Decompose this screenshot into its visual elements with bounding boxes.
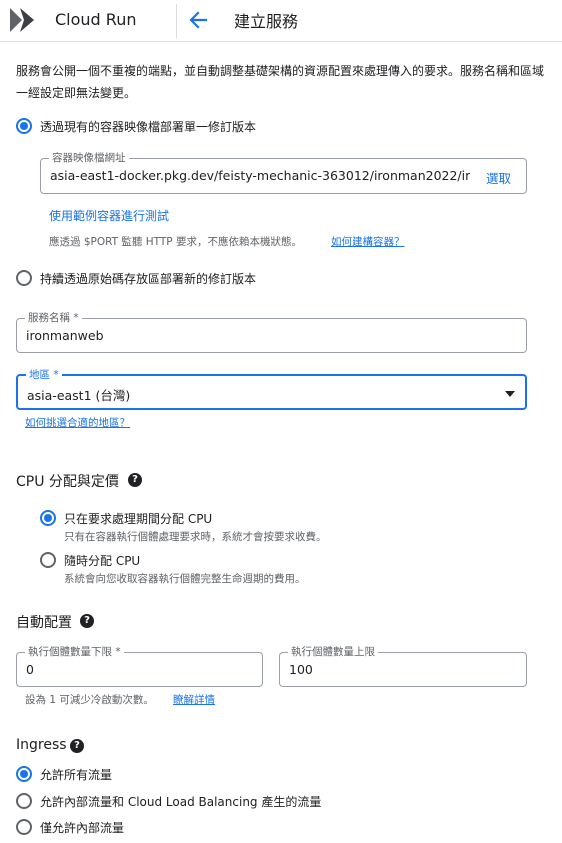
min-instances-label: 執行個體數量下限 * [25, 645, 124, 659]
autoscaling-help-icon[interactable]: ? [80, 614, 94, 628]
max-instances-field[interactable]: 執行個體數量上限 100 [279, 645, 527, 687]
cpu-request-only-hint: 只有在容器執行個體處理要求時，系統才會按要求收費。 [64, 531, 327, 543]
region-help-link[interactable]: 如何挑選合適的地區？ [25, 415, 130, 430]
ingress-internal-lb-radio[interactable] [16, 793, 32, 809]
cpu-always-radio[interactable] [40, 552, 56, 568]
service-name-field[interactable]: 服務名稱 * ironmanweb [16, 311, 527, 353]
region-label: 地區 * [26, 368, 62, 382]
min-instances-field[interactable]: 執行個體數量下限 * 0 [16, 645, 263, 687]
back-arrow-icon[interactable] [184, 6, 212, 34]
image-url-field[interactable]: 容器映像檔網址 asia-east1-docker.pkg.dev/feisty… [40, 151, 527, 194]
ingress-internal-lb-label[interactable]: 允許內部流量和 Cloud Load Balancing 產生的流量 [40, 793, 321, 810]
header-divider [176, 4, 177, 38]
image-url-label: 容器映像檔網址 [49, 151, 129, 165]
cpu-always-hint: 系統會向您收取容器執行個體完整生命週期的費用。 [64, 573, 306, 585]
max-instances-label: 執行個體數量上限 [288, 645, 378, 659]
region-value[interactable]: asia-east1 (台灣) [27, 385, 130, 404]
select-image-button[interactable]: 選取 [486, 168, 511, 187]
service-name-label: 服務名稱 * [25, 311, 82, 325]
autoscaling-hint: 設為 1 可減少冷啟動次數。 [25, 694, 154, 706]
build-container-link[interactable]: 如何建構容器？ [331, 234, 405, 249]
ingress-help-icon[interactable]: ? [70, 739, 84, 753]
dropdown-arrow-icon[interactable] [505, 391, 515, 397]
port-hint: 應透過 $PORT 監聽 HTTP 要求，不應依賴本機狀態。 [49, 236, 302, 248]
cpu-request-only-label[interactable]: 只在要求處理期間分配 CPU [64, 510, 212, 527]
region-select[interactable]: 地區 * asia-east1 (台灣) [16, 368, 527, 410]
intro-text: 服務會公開一個不重複的端點，並自動調整基礎架構的資源配置來處理傳入的要求。服務名… [16, 64, 545, 100]
cloud-run-logo-icon [10, 8, 34, 32]
cpu-section-title: CPU 分配與定價 [16, 474, 119, 490]
app-title: Cloud Run [55, 10, 137, 29]
cpu-help-icon[interactable]: ? [128, 473, 142, 487]
image-url-value[interactable]: asia-east1-docker.pkg.dev/feisty-mechani… [50, 168, 470, 183]
ingress-internal-radio[interactable] [16, 819, 32, 835]
autoscaling-section-title: 自動配置 [16, 615, 72, 631]
sample-container-link[interactable]: 使用範例容器進行測試 [49, 207, 169, 224]
ingress-internal-label[interactable]: 僅允許內部流量 [40, 819, 124, 836]
cpu-always-label[interactable]: 隨時分配 CPU [64, 552, 140, 569]
top-bar: Cloud Run 建立服務 [0, 0, 562, 42]
page-title: 建立服務 [234, 12, 299, 31]
ingress-all-label[interactable]: 允許所有流量 [40, 766, 112, 783]
service-name-value[interactable]: ironmanweb [26, 328, 104, 343]
ingress-section-title: Ingress [16, 737, 67, 753]
max-instances-value[interactable]: 100 [289, 662, 313, 677]
cpu-request-only-radio[interactable] [40, 510, 56, 526]
deploy-container-radio[interactable] [16, 118, 32, 134]
autoscaling-learn-more-link[interactable]: 瞭解詳情 [173, 692, 215, 707]
min-instances-value[interactable]: 0 [26, 662, 34, 677]
deploy-source-radio[interactable] [16, 270, 32, 286]
deploy-source-label[interactable]: 持續透過原始碼存放區部署新的修訂版本 [40, 270, 256, 287]
deploy-container-label[interactable]: 透過現有的容器映像檔部署單一修訂版本 [40, 118, 256, 135]
ingress-all-radio[interactable] [16, 766, 32, 782]
